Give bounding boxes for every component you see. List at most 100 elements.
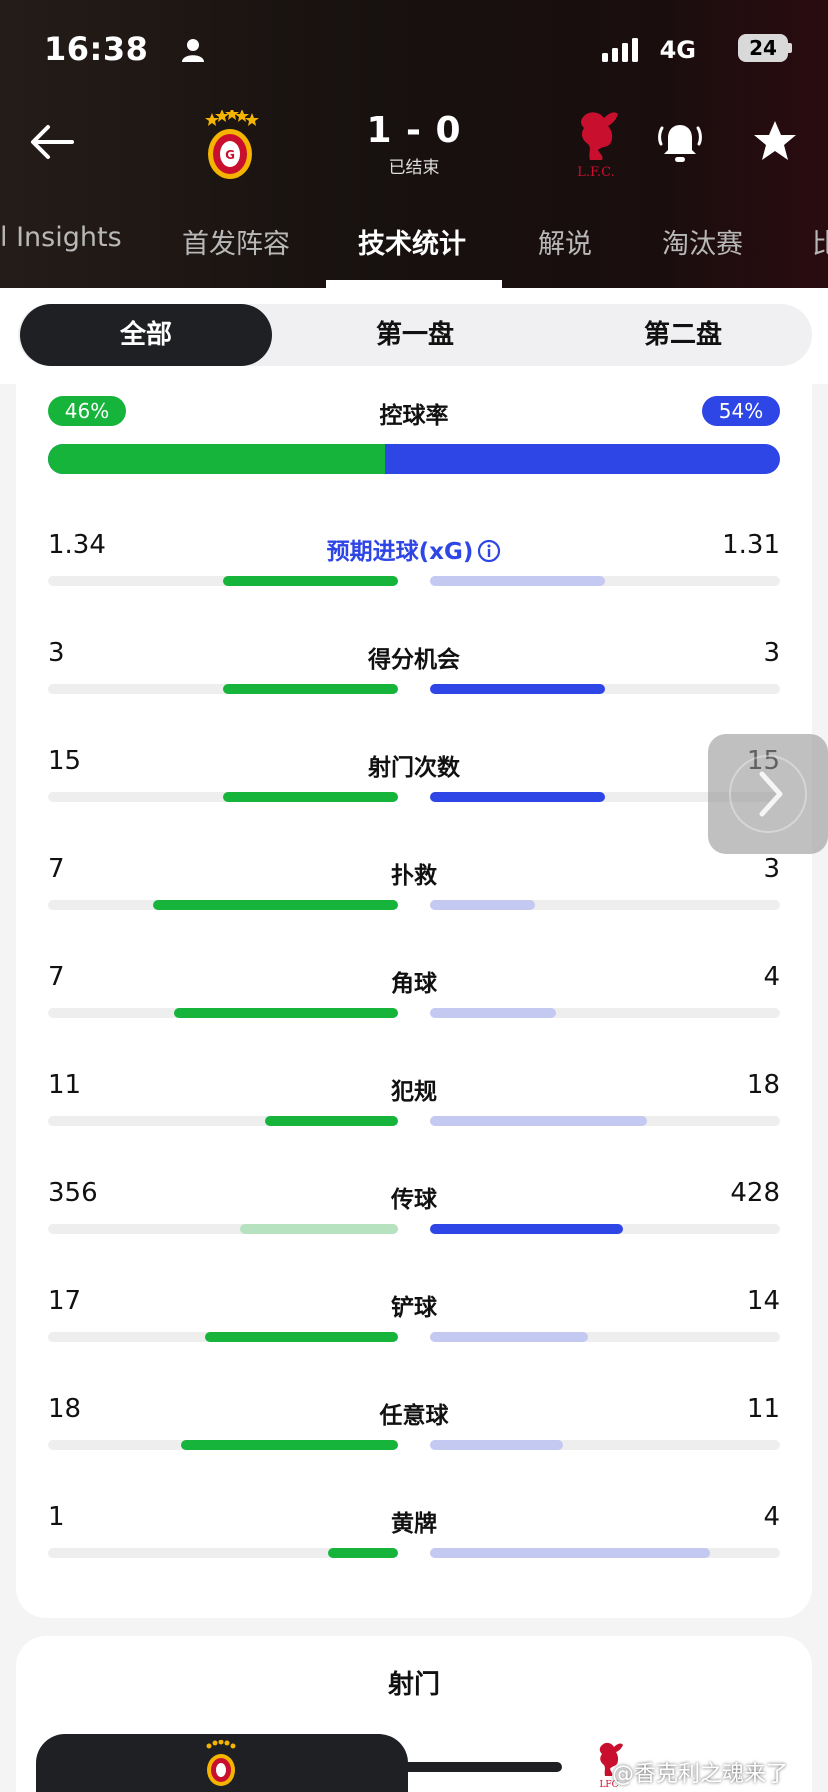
stat-label: 传球 [234, 1180, 594, 1214]
stat-away-bar [430, 1116, 647, 1126]
shots-home-logo[interactable] [202, 1739, 240, 1788]
stat-label-text: 角球 [391, 971, 437, 997]
away-team-logo[interactable]: L.F.C. [570, 108, 622, 180]
stat-home-bar [328, 1548, 398, 1558]
stat-label-text: 黄牌 [391, 1511, 437, 1537]
stat-away-track [430, 1224, 780, 1234]
tab-commentary[interactable]: 解说 [538, 222, 592, 261]
segment-first-half[interactable]: 第一盘 [290, 304, 540, 366]
battery-tip [788, 43, 792, 53]
possession-home-badge: 46% [48, 396, 126, 426]
active-tab-indicator [326, 280, 502, 288]
stat-row: 18 任意球 11 [48, 1394, 780, 1464]
stat-row: 3 得分机会 3 [48, 638, 780, 708]
svg-text:G: G [225, 148, 235, 162]
stat-label-text: 铲球 [391, 1295, 437, 1321]
stat-away-value: 4 [763, 962, 780, 992]
stat-away-value: 18 [746, 1070, 780, 1100]
stat-away-bar [430, 684, 605, 694]
score-text: 1 - 0 [366, 110, 462, 151]
stat-label-text: 传球 [391, 1187, 437, 1213]
tab-lineups[interactable]: 首发阵容 [182, 222, 290, 261]
stat-label-text: 得分机会 [368, 647, 460, 673]
stat-row: 17 铲球 14 [48, 1286, 780, 1356]
match-header: 16:38 4G 24 G 1 - 0 已结束 L.F.C. l Insight… [0, 0, 828, 288]
stat-home-track [48, 576, 398, 586]
stat-label: 任意球 [234, 1396, 594, 1430]
stat-label[interactable]: 预期进球(xG) [234, 532, 594, 566]
stat-away-track [430, 900, 780, 910]
stat-away-bar [430, 792, 605, 802]
battery-icon: 24 [738, 34, 788, 62]
stat-label-text: 任意球 [379, 1403, 449, 1429]
period-segmented-control: 全部 第一盘 第二盘 [18, 304, 812, 366]
segment-second-half[interactable]: 第二盘 [558, 304, 808, 366]
stat-row: 15射门次数15 [48, 746, 780, 816]
stat-home-track [48, 1332, 398, 1342]
stat-label-text: 犯规 [391, 1079, 437, 1105]
stat-row: 7 扑救 3 [48, 854, 780, 924]
stat-away-value: 4 [763, 1502, 780, 1532]
stat-home-track [48, 1440, 398, 1450]
stat-away-value: 428 [730, 1178, 780, 1208]
shots-title: 射门 [387, 1670, 440, 1700]
floating-next-button[interactable] [708, 734, 828, 854]
stat-row: 11 犯规 18 [48, 1070, 780, 1140]
stat-away-value: 3 [763, 638, 780, 668]
info-icon[interactable] [477, 539, 501, 563]
tab-knockout[interactable]: 淘汰赛 [662, 222, 743, 261]
stat-away-value: 1.31 [722, 530, 780, 560]
tab-insights[interactable]: l Insights [0, 222, 122, 253]
match-tabs: l Insights 首发阵容 技术统计 解说 淘汰赛 比 [0, 212, 828, 288]
status-bar: 16:38 4G 24 [44, 30, 792, 70]
stat-away-value: 3 [763, 854, 780, 884]
stat-home-track [48, 684, 398, 694]
stat-away-value: 11 [746, 1394, 780, 1424]
stat-away-track [430, 684, 780, 694]
stat-away-track [430, 1116, 780, 1126]
stat-home-value: 356 [48, 1178, 98, 1208]
match-score: 1 - 0 已结束 [350, 110, 478, 178]
stat-home-bar [205, 1332, 398, 1342]
home-team-logo[interactable]: G [200, 107, 260, 180]
stat-home-track [48, 792, 398, 802]
network-type: 4G [659, 36, 696, 64]
stat-home-value: 7 [48, 962, 65, 992]
possession-bar [48, 444, 780, 474]
stat-away-track [430, 1008, 780, 1018]
stat-row: 356 传球 428 [48, 1178, 780, 1248]
stat-home-value: 1 [48, 1502, 65, 1532]
stat-home-track [48, 1116, 398, 1126]
favorite-star-icon[interactable] [752, 118, 798, 164]
stat-home-bar [223, 684, 398, 694]
watermark-text: @香克利之魂来了 [612, 1762, 789, 1787]
stat-away-track [430, 576, 780, 586]
stat-away-track [430, 1548, 780, 1558]
signal-icon [602, 38, 642, 62]
stat-home-bar [153, 900, 398, 910]
back-arrow-icon[interactable] [28, 118, 76, 166]
stat-home-value: 7 [48, 854, 65, 884]
possession-away-badge: 54% [702, 396, 780, 426]
stat-away-bar [430, 576, 605, 586]
tab-more[interactable]: 比 [812, 222, 828, 261]
period-selector-bar: 全部 第一盘 第二盘 [0, 288, 828, 384]
svg-text:L.F.C.: L.F.C. [577, 165, 615, 180]
stat-home-track [48, 1224, 398, 1234]
stat-away-bar [430, 1548, 710, 1558]
stat-label: 得分机会 [234, 640, 594, 674]
stat-away-bar [430, 1224, 623, 1234]
stat-home-value: 11 [48, 1070, 82, 1100]
segment-all[interactable]: 全部 [20, 304, 272, 366]
stat-home-track [48, 1548, 398, 1558]
tab-stats[interactable]: 技术统计 [358, 222, 466, 261]
stat-away-bar [430, 1332, 588, 1342]
stat-label: 射门次数 [234, 748, 594, 782]
stat-home-track [48, 1008, 398, 1018]
notification-bell-icon[interactable] [656, 116, 704, 166]
stat-row: 1.34 预期进球(xG) 1.31 [48, 530, 780, 600]
stat-away-value: 14 [746, 1286, 780, 1316]
stat-label-text: 预期进球(xG) [326, 539, 474, 565]
status-time: 16:38 [44, 30, 149, 68]
person-icon [182, 38, 204, 62]
